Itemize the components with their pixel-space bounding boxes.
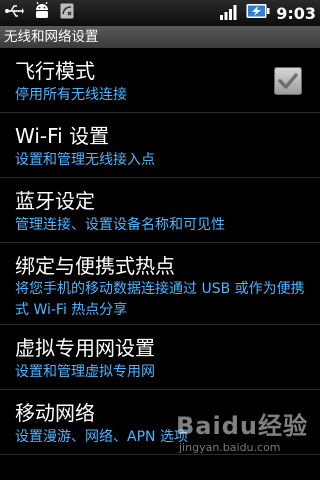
settings-item-airplane-mode[interactable]: 飞行模式 停用所有无线连接 [0,48,320,113]
item-title: 虚拟专用网设置 [15,336,155,360]
item-title: 绑定与便携式热点 [15,254,175,278]
signal-icon [220,2,240,24]
settings-item-mobile-network[interactable]: 移动网络 设置漫游、网络、APN 选项 [0,390,320,455]
airplane-mode-checkbox[interactable] [274,67,302,95]
item-summary: 将您手机的移动数据连接通过 USB 或作为便携式 Wi-Fi 热点分享 [15,281,305,318]
battery-charging-icon [246,3,270,23]
settings-item-wifi[interactable]: Wi-Fi 设置 设置和管理无线接入点 [0,113,320,178]
item-title: 蓝牙设定 [15,189,95,213]
item-summary: 停用所有无线连接 [15,87,127,103]
settings-item-vpn[interactable]: 虚拟专用网设置 设置和管理虚拟专用网 [0,325,320,390]
item-summary: 管理连接、设置设备名称和可见性 [15,217,225,233]
settings-list: 飞行模式 停用所有无线连接 Wi-Fi 设置 设置和管理无线接入点 蓝牙设定 管… [0,48,320,455]
missed-call-icon [60,3,74,23]
settings-item-bluetooth[interactable]: 蓝牙设定 管理连接、设置设备名称和可见性 [0,178,320,243]
screen-title: 无线和网络设置 [0,26,320,48]
status-bar: 9:03 [0,0,320,26]
android-debug-icon [34,1,50,24]
settings-item-tethering-hotspot[interactable]: 绑定与便携式热点 将您手机的移动数据连接通过 USB 或作为便携式 Wi-Fi … [0,243,320,325]
status-time: 9:03 [276,3,316,23]
item-summary: 设置和管理虚拟专用网 [15,364,155,380]
item-title: 移动网络 [15,401,95,425]
item-summary: 设置漫游、网络、APN 选项 [15,429,188,445]
item-title: 飞行模式 [15,59,95,83]
item-title: Wi-Fi 设置 [15,124,110,148]
usb-icon [4,3,24,23]
item-summary: 设置和管理无线接入点 [15,152,155,168]
checkmark-icon [278,73,298,89]
